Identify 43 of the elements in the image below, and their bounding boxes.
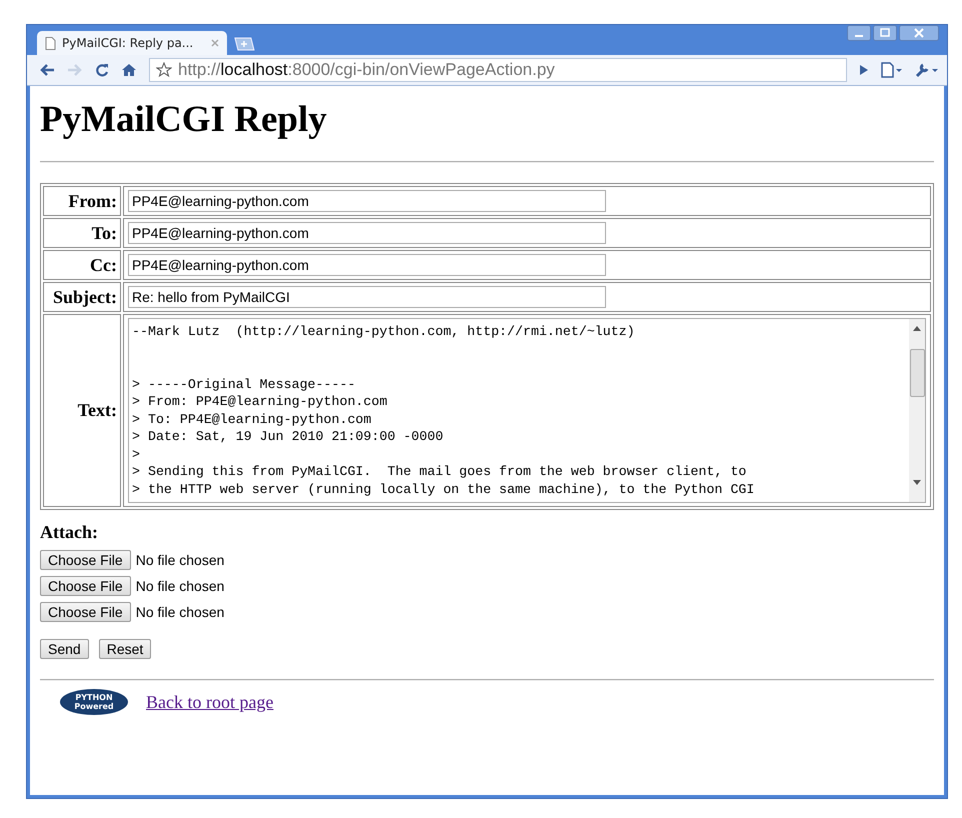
browser-tab[interactable]: PyMailCGI: Reply pa... xyxy=(37,31,227,55)
choose-file-button[interactable]: Choose File xyxy=(40,550,131,570)
field-label: From: xyxy=(43,186,121,216)
page-heading: PyMailCGI Reply xyxy=(40,98,328,141)
address-bar[interactable]: http://localhost:8000/cgi-bin/onViewPageAction.py xyxy=(149,58,847,82)
back-arrow-icon[interactable] xyxy=(39,63,55,77)
home-icon[interactable] xyxy=(121,63,137,77)
input-field[interactable]: PP4E@learning-python.com xyxy=(128,254,606,276)
message-text: --Mark Lutz (http://learning-python.com, http://rmi.net/~lutz) > -----Original Message----- > From: PP4E@learning-python.com > To: PP4E@learning-python.com > Date: Sat, 19 Jun 2010 21:09:00 -0000 > > Sending this from PyMailCGI. The mail goes from the web browser client, to > the HTTP web server (running locally on the same machine), to the Python CGI xyxy=(131,323,756,498)
choose-file-button[interactable]: Choose File xyxy=(40,602,131,622)
scroll-up-icon[interactable] xyxy=(913,325,921,331)
tab-title: PyMailCGI: Reply pa... xyxy=(62,36,194,50)
field-label: To: xyxy=(43,218,121,248)
new-tab-icon[interactable] xyxy=(233,37,255,51)
back-link[interactable]: Back to root page xyxy=(146,692,274,712)
reset-button[interactable]: Reset xyxy=(98,639,152,659)
star-icon[interactable] xyxy=(156,62,172,78)
message-textarea[interactable] xyxy=(128,318,926,503)
file-status: No file chosen xyxy=(136,552,224,568)
page-icon xyxy=(45,36,56,50)
input-field[interactable]: PP4E@learning-python.com xyxy=(128,222,606,244)
file-status: No file chosen xyxy=(136,604,224,620)
input-field[interactable]: Re: hello from PyMailCGI xyxy=(128,286,606,308)
python-powered-logo: PYTHON Powered xyxy=(60,689,128,715)
send-button[interactable]: Send xyxy=(40,639,89,659)
input-field[interactable]: PP4E@learning-python.com xyxy=(128,190,606,212)
choose-file-button[interactable]: Choose File xyxy=(40,576,131,596)
scrollbar-thumb[interactable] xyxy=(910,349,924,397)
page-menu-icon[interactable] xyxy=(881,62,903,78)
close-icon[interactable] xyxy=(899,25,939,41)
scroll-down-icon[interactable] xyxy=(913,480,921,486)
reload-icon[interactable] xyxy=(95,63,109,77)
minimize-icon[interactable] xyxy=(847,25,871,41)
file-status: No file chosen xyxy=(136,578,224,594)
field-label: Cc: xyxy=(43,250,121,280)
field-label: Subject: xyxy=(43,282,121,312)
maximize-icon[interactable] xyxy=(873,25,897,41)
scrollbar[interactable] xyxy=(909,319,925,502)
field-label: Text: xyxy=(43,314,121,507)
play-icon[interactable] xyxy=(859,64,869,76)
wrench-icon[interactable] xyxy=(915,62,939,78)
url-text: http://localhost:8000/cgi-bin/onViewPageAction.py xyxy=(178,60,555,80)
attach-label: Attach: xyxy=(40,522,99,543)
